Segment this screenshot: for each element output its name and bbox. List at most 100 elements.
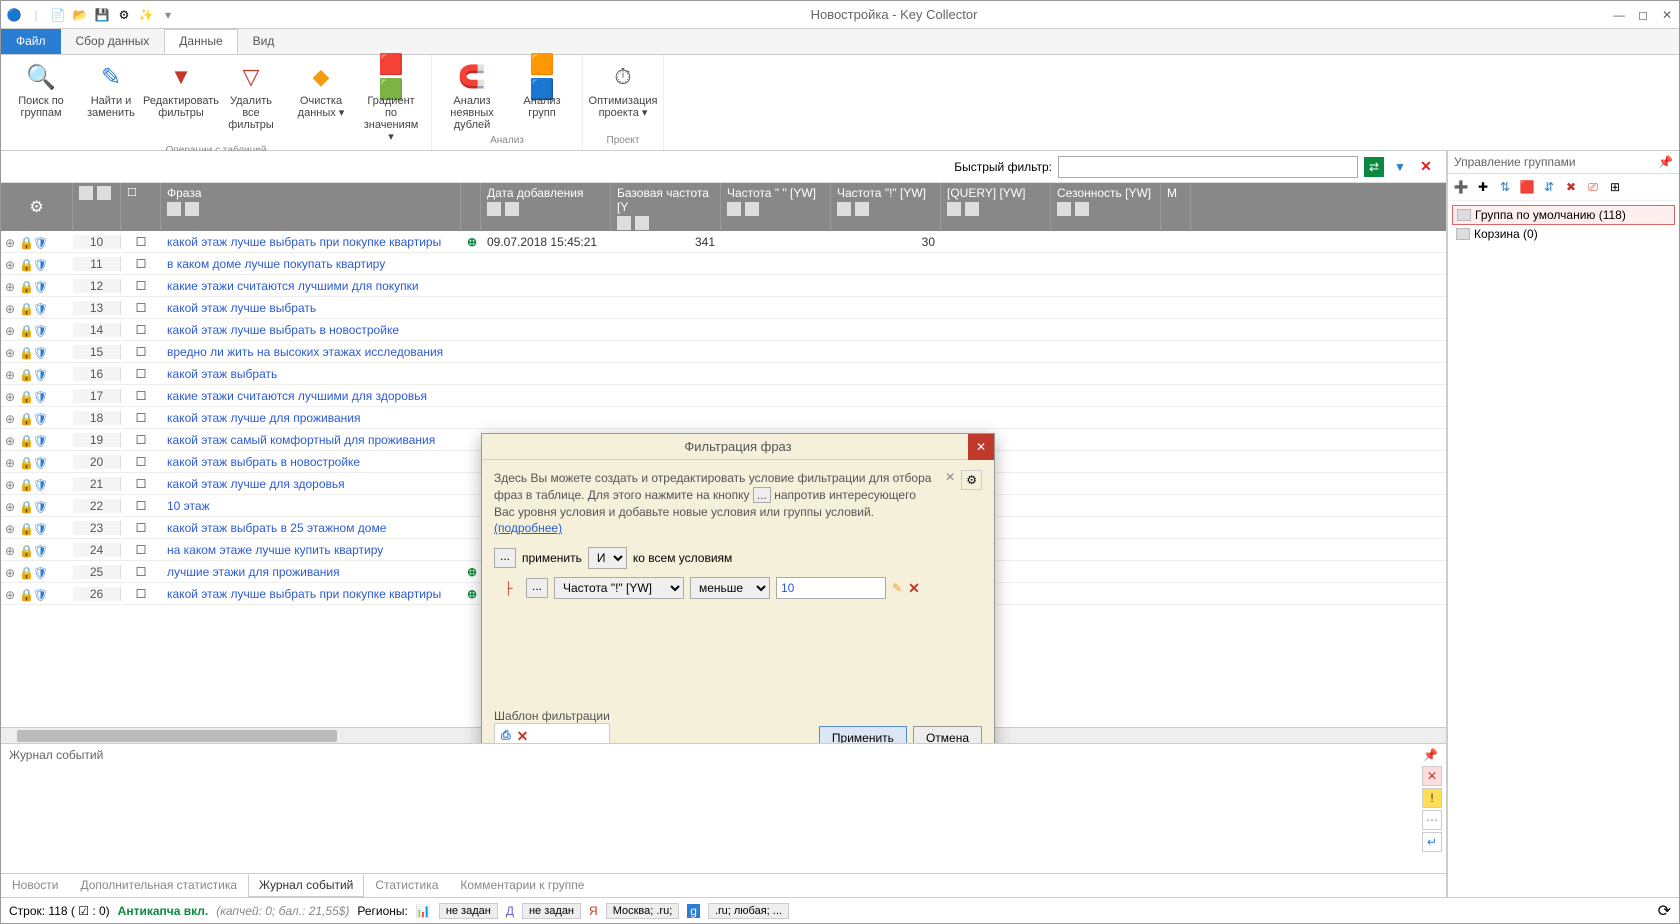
delete-filters-button[interactable]: ▽Удалить все фильтры xyxy=(219,59,283,145)
col-season[interactable]: Сезонность [YW] xyxy=(1051,183,1161,231)
journal-info-icon[interactable]: ⋯ xyxy=(1422,810,1442,830)
row-checkbox[interactable]: ☐ xyxy=(121,279,161,293)
edit-filters-button[interactable]: ▼Редактировать фильтры xyxy=(149,59,213,145)
dialog-header[interactable]: Фильтрация фраз ✕ xyxy=(482,434,994,460)
dialog-close-button[interactable]: ✕ xyxy=(968,434,994,460)
cell-phrase[interactable]: 10 этаж xyxy=(161,499,461,513)
col-op-icon[interactable] xyxy=(837,202,851,216)
group-sort-icon[interactable]: ⇅ xyxy=(1496,178,1514,196)
region-1[interactable]: не задан xyxy=(439,903,498,919)
expand-icon[interactable]: ⊕ xyxy=(5,412,17,424)
qf-filter-icon[interactable]: ▼ xyxy=(1390,157,1410,177)
journal-error-icon[interactable]: ✕ xyxy=(1422,766,1442,786)
optimize-button[interactable]: ⏱Оптимизация проекта ▾ xyxy=(591,59,655,121)
dialog-apply-button[interactable]: Применить xyxy=(819,726,907,743)
region-3[interactable]: Москва; .ru; xyxy=(606,903,680,919)
dialog-gear-icon[interactable]: ⚙ xyxy=(961,470,982,490)
maximize-button[interactable]: ◻ xyxy=(1635,7,1651,23)
quick-filter-input[interactable] xyxy=(1058,156,1358,178)
edit-cond-icon[interactable]: ✎ xyxy=(892,581,902,595)
col-date[interactable]: Дата добавления xyxy=(481,183,611,231)
minimize-button[interactable]: — xyxy=(1611,7,1627,23)
delete-cond-icon[interactable]: ✕ xyxy=(908,580,920,597)
col-op-icon[interactable] xyxy=(727,202,741,216)
expand-icon[interactable]: ⊕ xyxy=(5,280,17,292)
qf-clear-icon[interactable]: ✕ xyxy=(1416,157,1436,177)
expand-icon[interactable]: ⊕ xyxy=(5,566,17,578)
table-row[interactable]: ⊕🔒🛡14☐какой этаж лучше выбрать в новостр… xyxy=(1,319,1446,341)
btab-comments[interactable]: Комментарии к группе xyxy=(449,874,595,897)
row-checkbox[interactable]: ☐ xyxy=(121,477,161,491)
groups-pin-icon[interactable]: 📌 xyxy=(1658,155,1673,169)
group-import-icon[interactable]: ⎚ xyxy=(1584,178,1602,196)
cell-phrase[interactable]: какой этаж выбрать в 25 этажном доме xyxy=(161,521,461,535)
journal-pin-icon[interactable]: 📌 xyxy=(1423,748,1438,762)
cell-phrase[interactable]: какой этаж выбрать xyxy=(161,367,461,381)
template-save-icon[interactable]: ⎙ xyxy=(501,728,511,743)
col-plus[interactable] xyxy=(461,183,481,231)
group-default[interactable]: Группа по умолчанию (118) xyxy=(1452,205,1675,225)
cell-phrase[interactable]: какие этажи считаются лучшими для покупк… xyxy=(161,279,461,293)
group-add-icon[interactable]: ➕ xyxy=(1452,178,1470,196)
dialog-more-link[interactable]: (подробнее) xyxy=(494,521,562,535)
scroll-thumb[interactable] xyxy=(17,730,337,742)
row-checkbox[interactable]: ☐ xyxy=(121,411,161,425)
row-checkbox[interactable]: ☐ xyxy=(121,499,161,513)
row-checkbox[interactable]: ☐ xyxy=(121,455,161,469)
col-op-icon[interactable] xyxy=(947,202,961,216)
col-check[interactable]: ☐ xyxy=(121,183,161,231)
logic-select[interactable]: И xyxy=(588,547,627,569)
group-stat-icon[interactable]: ⇵ xyxy=(1540,178,1558,196)
col-op-icon[interactable] xyxy=(635,216,649,230)
btab-extra[interactable]: Дополнительная статистика xyxy=(69,874,248,897)
add-icon[interactable]: ⊕ xyxy=(461,235,481,249)
cell-phrase[interactable]: вредно ли жить на высоких этажах исследо… xyxy=(161,345,461,359)
clear-data-button[interactable]: ◆Очистка данных ▾ xyxy=(289,59,353,145)
qat-wand-icon[interactable]: ✨ xyxy=(137,6,155,24)
qf-apply-icon[interactable]: ⇄ xyxy=(1364,157,1384,177)
table-row[interactable]: ⊕🔒🛡17☐какие этажи считаются лучшими для … xyxy=(1,385,1446,407)
btab-stats[interactable]: Статистика xyxy=(364,874,449,897)
row-checkbox[interactable]: ☐ xyxy=(121,235,161,249)
cell-phrase[interactable]: какой этаж лучше для здоровья xyxy=(161,477,461,491)
group-trash[interactable]: Корзина (0) xyxy=(1452,225,1675,243)
cell-phrase[interactable]: какой этаж самый комфортный для проживан… xyxy=(161,433,461,447)
tab-collect[interactable]: Сбор данных xyxy=(61,29,165,54)
cell-phrase[interactable]: какой этаж лучше выбрать в новостройке xyxy=(161,323,461,337)
row-checkbox[interactable]: ☐ xyxy=(121,389,161,403)
col-op-icon[interactable] xyxy=(505,202,519,216)
expand-icon[interactable]: ⊕ xyxy=(5,346,17,358)
cell-phrase[interactable]: лучшие этажи для проживания xyxy=(161,565,461,579)
cell-phrase[interactable]: какой этаж лучше выбрать xyxy=(161,301,461,315)
col-op-icon[interactable] xyxy=(745,202,759,216)
root-dots-button[interactable]: ... xyxy=(494,548,516,568)
expand-icon[interactable]: ⊕ xyxy=(5,258,17,270)
settings-icon[interactable]: ⚙ xyxy=(29,197,43,217)
col-base[interactable]: Базовая частота [Y xyxy=(611,183,721,231)
group-color-icon[interactable]: 🟥 xyxy=(1518,178,1536,196)
qat-new-icon[interactable]: 📄 xyxy=(49,6,67,24)
journal-warn-icon[interactable]: ! xyxy=(1422,788,1442,808)
col-query[interactable]: [QUERY] [YW] xyxy=(941,183,1051,231)
expand-icon[interactable]: ⊕ xyxy=(5,500,17,512)
btab-news[interactable]: Новости xyxy=(1,874,69,897)
add-icon[interactable]: ⊕ xyxy=(461,587,481,601)
col-op-icon[interactable] xyxy=(617,216,631,230)
cell-phrase[interactable]: какой этаж лучше выбрать при покупке ква… xyxy=(161,587,461,601)
row-checkbox[interactable]: ☐ xyxy=(121,257,161,271)
btab-log[interactable]: Журнал событий xyxy=(248,874,364,897)
search-groups-button[interactable]: 🔍Поиск по группам xyxy=(9,59,73,145)
table-row[interactable]: ⊕🔒🛡15☐вредно ли жить на высоких этажах и… xyxy=(1,341,1446,363)
region-4[interactable]: .ru; любая; ... xyxy=(708,903,789,919)
expand-icon[interactable]: ⊕ xyxy=(5,390,17,402)
cell-phrase[interactable]: какой этаж лучше для проживания xyxy=(161,411,461,425)
row-checkbox[interactable]: ☐ xyxy=(121,587,161,601)
dialog-x-icon[interactable]: ✕ xyxy=(945,470,955,484)
cell-phrase[interactable]: какой этаж выбрать в новостройке xyxy=(161,455,461,469)
journal-scroll-icon[interactable]: ↵ xyxy=(1422,832,1442,852)
expand-icon[interactable]: ⊕ xyxy=(5,456,17,468)
close-button[interactable]: ✕ xyxy=(1659,7,1675,23)
table-row[interactable]: ⊕🔒🛡13☐какой этаж лучше выбрать xyxy=(1,297,1446,319)
row-checkbox[interactable]: ☐ xyxy=(121,433,161,447)
col-excl[interactable]: Частота "!" [YW] xyxy=(831,183,941,231)
